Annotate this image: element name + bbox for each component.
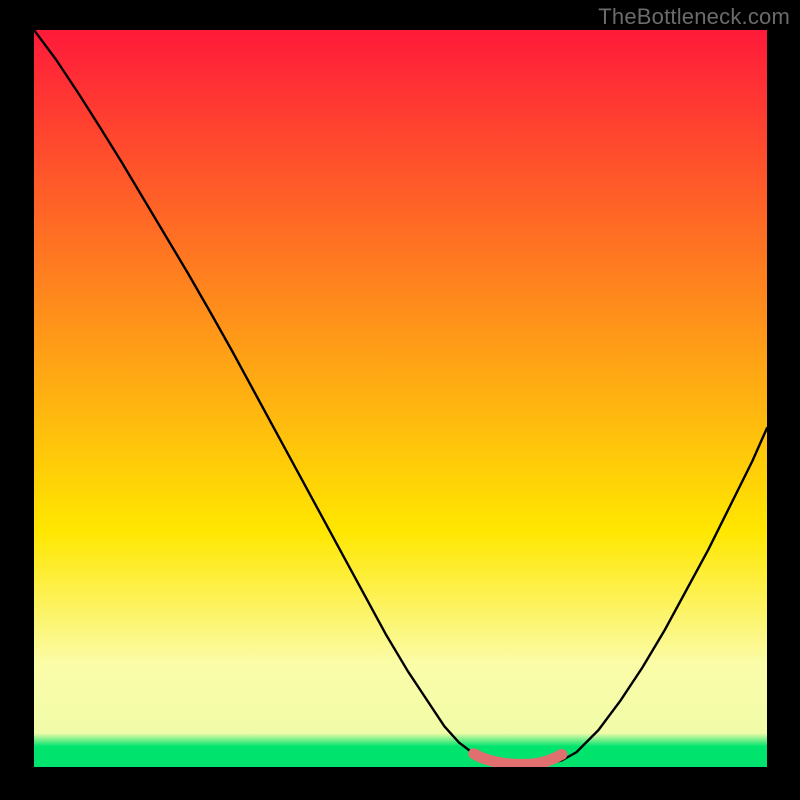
bottleneck-chart [34,30,767,767]
watermark-text: TheBottleneck.com [598,4,790,30]
chart-background [34,30,767,767]
